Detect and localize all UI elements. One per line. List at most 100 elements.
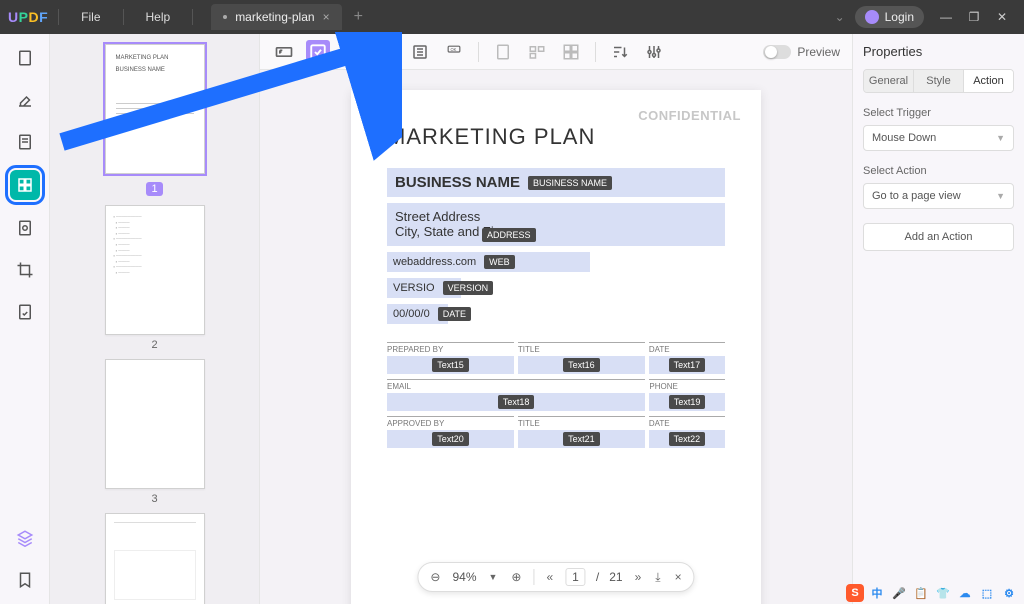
tray-icon[interactable]: 中 [868, 584, 886, 602]
form-input[interactable]: Text19 [649, 393, 725, 411]
toggle-switch[interactable] [763, 45, 791, 59]
zoom-value: 94% [452, 570, 476, 584]
menu-help[interactable]: Help [138, 6, 179, 28]
field-badge: Text16 [563, 358, 600, 372]
align-tool-icon[interactable] [491, 40, 515, 64]
separator [58, 9, 59, 25]
thumbnail-4[interactable] [105, 513, 205, 604]
tab-dot-icon [223, 15, 227, 19]
page-tool-icon[interactable] [11, 44, 39, 72]
dropdown-field-icon[interactable] [374, 40, 398, 64]
field-badge: VERSION [443, 281, 494, 295]
address-field[interactable]: Street Address City, State and Zip ADDRE… [387, 203, 725, 246]
field-badge: Text22 [669, 432, 706, 446]
field-badge: Text20 [432, 432, 469, 446]
thumbnail-3[interactable] [105, 359, 205, 489]
document-page: CONFIDENTIAL MARKETING PLAN BUSINESS NAM… [351, 90, 761, 604]
jump-icon[interactable]: ⤓ [653, 568, 662, 587]
form-input[interactable]: Text22 [649, 430, 725, 448]
field-text: VERSIO [393, 282, 435, 294]
menu-file[interactable]: File [73, 6, 108, 28]
prev-page-icon[interactable]: « [544, 568, 555, 586]
form-input[interactable]: Text20 [387, 430, 514, 448]
document-tab[interactable]: marketing-plan × [211, 4, 341, 30]
form-input[interactable]: Text16 [518, 356, 645, 374]
tab-title: marketing-plan [235, 10, 314, 24]
distribute-tool-icon[interactable] [525, 40, 549, 64]
button-field-icon[interactable]: OK [442, 40, 466, 64]
grid-tool-icon[interactable] [559, 40, 583, 64]
chevron-down-icon[interactable]: ⌄ [835, 10, 845, 24]
tab-close-icon[interactable]: × [323, 10, 330, 24]
add-tab-button[interactable]: + [354, 8, 363, 26]
trigger-select[interactable]: Mouse Down ▼ [863, 125, 1014, 151]
tab-style[interactable]: Style [914, 70, 964, 92]
next-page-icon[interactable]: » [633, 568, 644, 586]
protect-tool-icon[interactable] [11, 298, 39, 326]
add-action-button[interactable]: Add an Action [863, 223, 1014, 251]
thumbnail-number: 1 [146, 182, 162, 196]
layers-icon[interactable] [11, 524, 39, 552]
thumbnail-number: 2 [105, 339, 205, 351]
label-approved-by: APPROVED BY [387, 416, 514, 428]
sort-tool-icon[interactable] [608, 40, 632, 64]
login-button[interactable]: Login [855, 6, 924, 28]
tray-icon[interactable]: ⬚ [978, 584, 996, 602]
crop-tool-icon[interactable] [11, 256, 39, 284]
watermark: CONFIDENTIAL [638, 108, 741, 123]
zoom-out-icon[interactable]: ⊖ [428, 568, 442, 586]
tab-general[interactable]: General [864, 70, 914, 92]
version-field[interactable]: VERSIO VERSION [387, 278, 461, 298]
form-input[interactable]: Text21 [518, 430, 645, 448]
tab-action[interactable]: Action [964, 70, 1013, 92]
field-text: BUSINESS NAME [395, 174, 520, 191]
form-tool-icon[interactable] [10, 170, 40, 200]
separator [192, 9, 193, 25]
action-select[interactable]: Go to a page view ▼ [863, 183, 1014, 209]
thumbnail-1[interactable]: MARKETING PLANBUSINESS NAME [105, 44, 205, 174]
form-input[interactable]: Text15 [387, 356, 514, 374]
organize-tool-icon[interactable] [11, 214, 39, 242]
business-name-field[interactable]: BUSINESS NAME BUSINESS NAME [387, 168, 725, 197]
label-prepared-by: PREPARED BY [387, 342, 514, 354]
zoom-in-icon[interactable]: ⊕ [509, 568, 523, 586]
form-input[interactable]: Text17 [649, 356, 725, 374]
minimize-icon[interactable]: — [932, 10, 960, 24]
field-text: 00/00/0 [393, 308, 430, 320]
date-field[interactable]: 00/00/0 DATE [387, 304, 448, 324]
radio-field-icon[interactable] [340, 40, 364, 64]
properties-panel: Properties General Style Action Select T… [852, 34, 1024, 604]
maximize-icon[interactable]: ❐ [960, 10, 988, 24]
tray-icon[interactable]: 🎤 [890, 584, 908, 602]
thumbnail-2[interactable]: ▪ ───────── ▪ ──── ▪ ──── ▪ ────▪ ──────… [105, 205, 205, 335]
preview-label: Preview [797, 45, 840, 59]
thumbnail-number: 3 [105, 493, 205, 505]
tray-icon[interactable]: ⚙ [1000, 584, 1018, 602]
text-field-icon[interactable] [272, 40, 296, 64]
eraser-tool-icon[interactable] [11, 86, 39, 114]
annotate-tool-icon[interactable] [11, 128, 39, 156]
field-text: Street Address [395, 209, 717, 224]
thumbnail-panel: MARKETING PLANBUSINESS NAME 1 ▪ ────────… [50, 34, 260, 604]
label-title: TITLE [518, 416, 645, 428]
checkbox-field-icon[interactable] [306, 40, 330, 64]
tray-icon[interactable]: ☁ [956, 584, 974, 602]
listbox-field-icon[interactable] [408, 40, 432, 64]
select-trigger-label: Select Trigger [863, 107, 1014, 119]
close-icon[interactable]: ✕ [988, 10, 1016, 24]
preview-toggle[interactable]: Preview [763, 45, 840, 59]
web-field[interactable]: webaddress.com WEB [387, 252, 590, 272]
form-input[interactable]: Text18 [387, 393, 645, 411]
label-date: DATE [649, 342, 725, 354]
settings-tool-icon[interactable] [642, 40, 666, 64]
tray-icon[interactable]: S [846, 584, 864, 602]
page-current[interactable]: 1 [565, 568, 586, 586]
tray-icon[interactable]: 👕 [934, 584, 952, 602]
avatar-icon [865, 10, 879, 24]
field-badge: Text19 [669, 395, 706, 409]
tray-icon[interactable]: 📋 [912, 584, 930, 602]
field-badge: ADDRESS [482, 228, 536, 242]
close-bar-icon[interactable]: × [673, 568, 684, 586]
bookmark-icon[interactable] [11, 566, 39, 594]
zoom-dropdown-icon[interactable]: ▼ [487, 570, 500, 584]
